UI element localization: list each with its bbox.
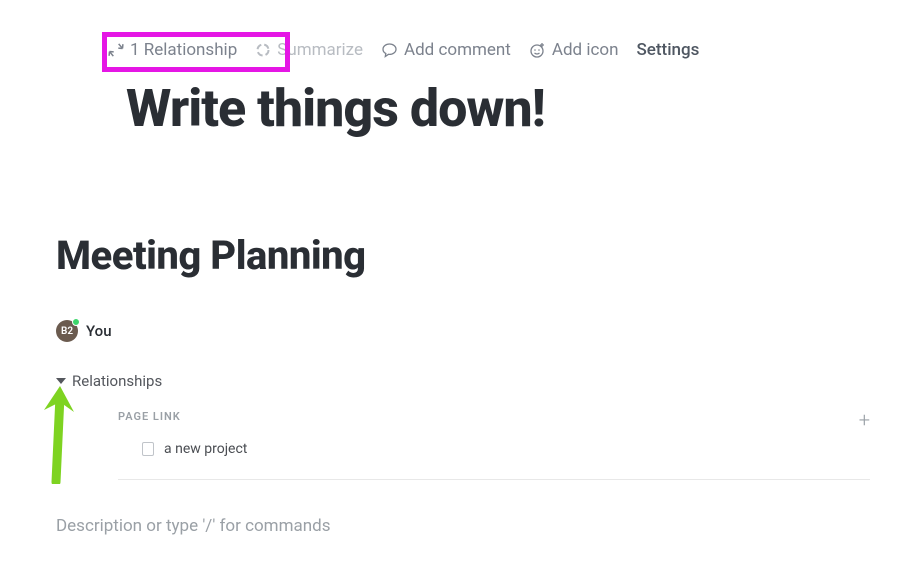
description-input[interactable]: Description or type '/' for commands [56,516,331,536]
summarize-label: Summarize [277,40,363,60]
chevron-down-icon [56,378,66,384]
author-name: You [86,322,112,340]
annotation-highlight-box [102,32,290,72]
relationships-header-label: Relationships [72,372,162,390]
hero-title: Write things down! [126,78,545,139]
add-relationship-button[interactable]: + [859,408,870,432]
add-comment-button[interactable]: Add comment [381,40,511,60]
avatar[interactable]: B2 [56,320,78,342]
page-title[interactable]: Meeting Planning [56,232,366,279]
presence-indicator [72,318,80,326]
add-icon-label: Add icon [552,40,619,60]
smile-plus-icon [529,42,546,59]
relationships-section: Relationships PAGE LINK + a new project [56,372,870,480]
author-row: B2 You [56,320,112,342]
page-link-block: PAGE LINK + a new project [118,410,870,480]
page-link-item[interactable]: a new project [142,441,870,457]
avatar-initials: B2 [61,326,73,337]
settings-button[interactable]: Settings [636,40,699,60]
page-link-title: a new project [164,441,247,457]
settings-label: Settings [636,40,699,60]
add-comment-label: Add comment [404,40,511,60]
add-icon-button[interactable]: Add icon [529,40,619,60]
relationships-toggle[interactable]: Relationships [56,372,870,390]
page-link-label: PAGE LINK [118,410,870,423]
document-icon [142,442,154,456]
comment-icon [381,42,398,59]
